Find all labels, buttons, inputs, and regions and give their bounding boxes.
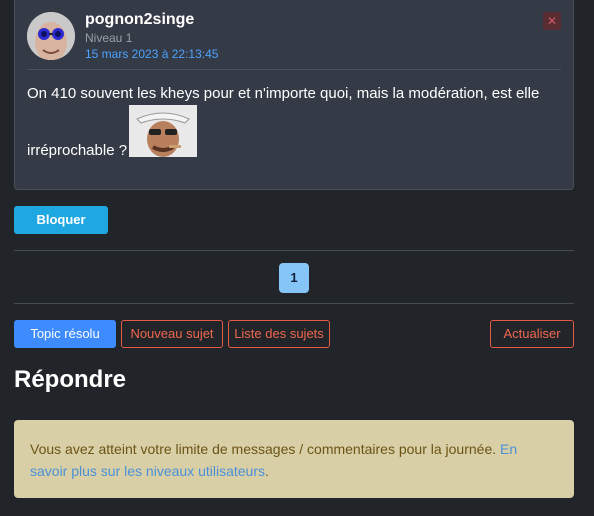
username[interactable]: pognon2singe xyxy=(85,11,194,29)
topic-list-button[interactable]: Liste des sujets xyxy=(228,320,330,348)
alert-end: . xyxy=(265,463,269,479)
avatar[interactable] xyxy=(27,12,75,60)
block-button[interactable]: Bloquer xyxy=(14,206,108,234)
reply-heading: Répondre xyxy=(14,366,127,393)
refresh-button[interactable]: Actualiser xyxy=(490,320,574,348)
sticker-image xyxy=(129,105,197,157)
page-button-current[interactable]: 1 xyxy=(279,263,309,293)
divider xyxy=(14,250,574,251)
post-card: pognon2singe Niveau 1 15 mars 2023 à 22:… xyxy=(14,0,574,190)
divider xyxy=(14,303,574,304)
limit-alert: Vous avez atteint votre limite de messag… xyxy=(14,420,574,498)
new-topic-button[interactable]: Nouveau sujet xyxy=(121,320,223,348)
topic-resolved-button[interactable]: Topic résolu xyxy=(14,320,116,348)
alert-text: Vous avez atteint votre limite de messag… xyxy=(30,441,501,457)
message-line-1: On 410 souvent les kheys pour et n'impor… xyxy=(27,85,540,102)
delete-post-button[interactable]: ✕ xyxy=(543,12,561,30)
avatar-image xyxy=(27,12,75,60)
user-level: Niveau 1 xyxy=(85,31,133,45)
message-line-2: irréprochable ? xyxy=(27,142,128,159)
post-divider xyxy=(27,69,561,70)
post-date[interactable]: 15 mars 2023 à 22:13:45 xyxy=(85,47,218,61)
